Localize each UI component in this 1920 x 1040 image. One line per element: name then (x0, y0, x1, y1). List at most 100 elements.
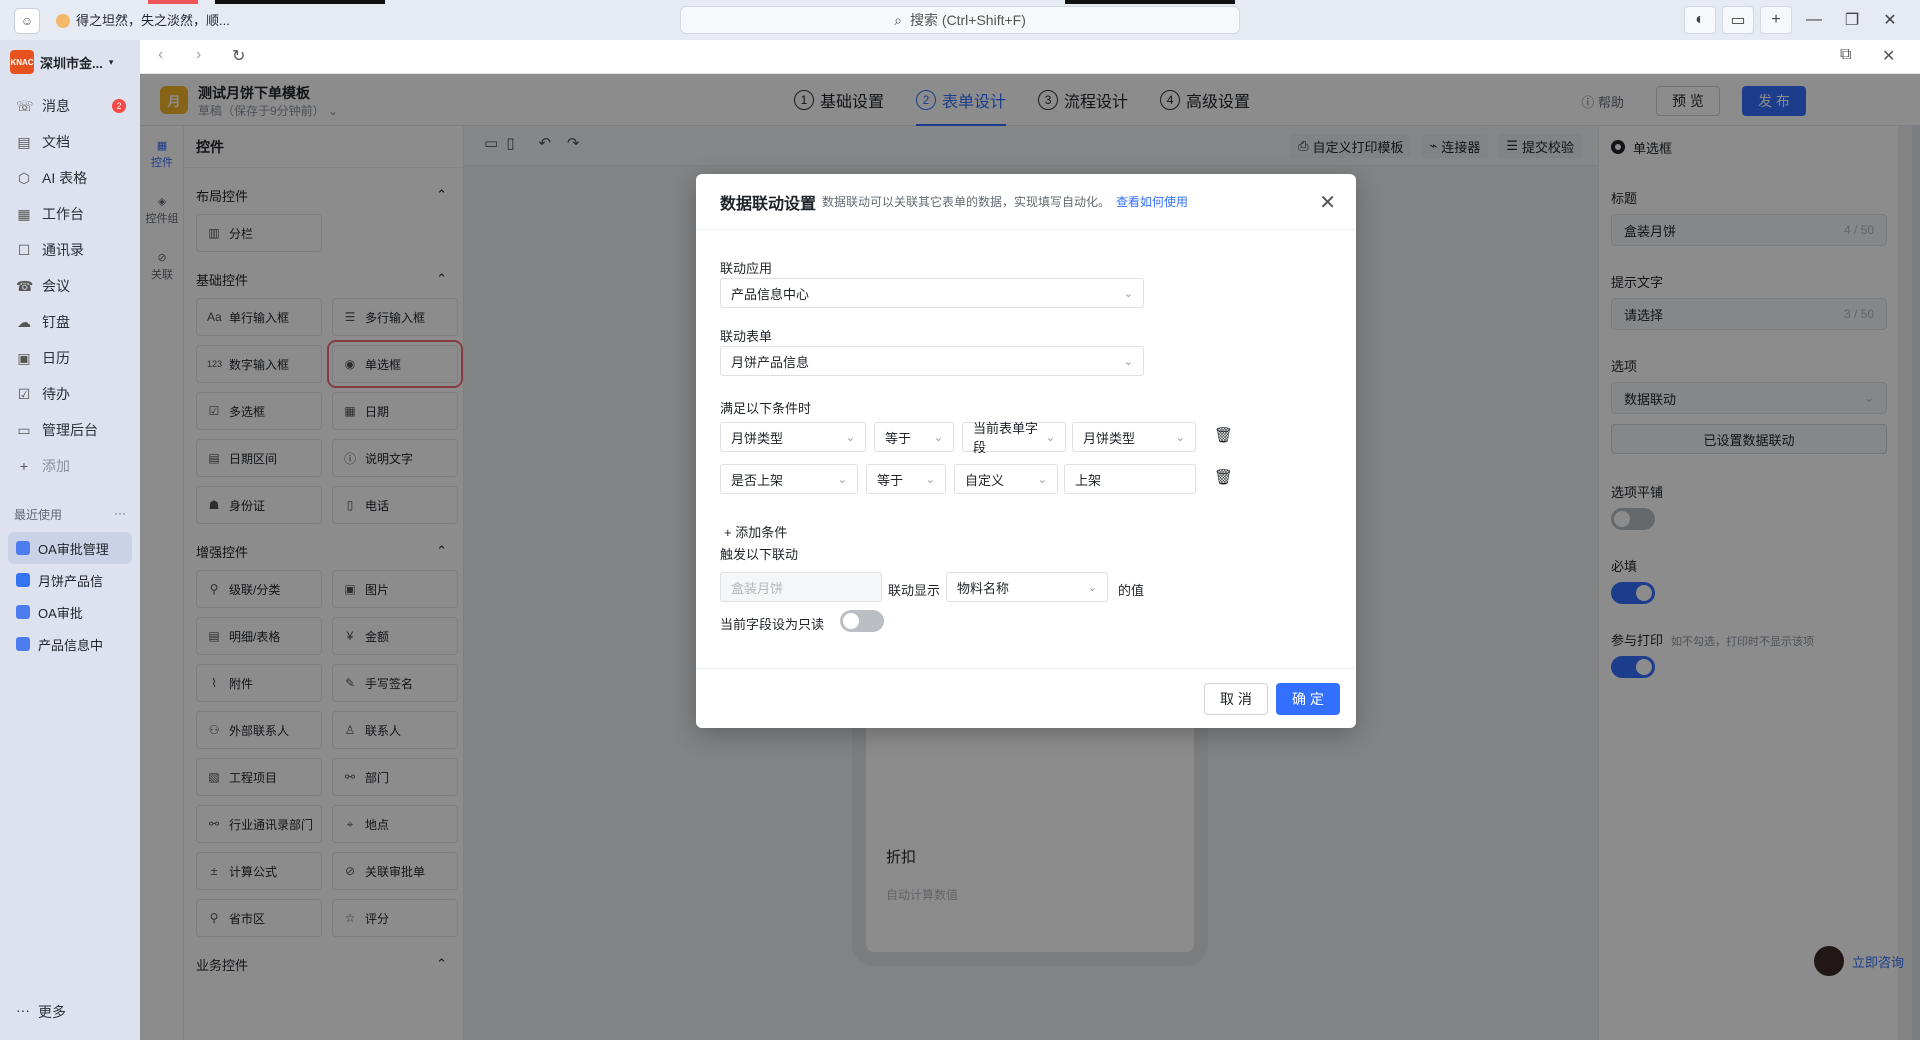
title-bar: ☺ 得之坦然，失之淡然，顺... ⌕ 搜索 (Ctrl+Shift+F) ◐ ▭… (0, 0, 1920, 40)
app-icon (16, 541, 30, 555)
todo-icon: ☑ (17, 385, 31, 402)
doc-icon: ▤ (17, 133, 31, 150)
cond-source-value: 当前表单字段 (973, 421, 1039, 455)
linked-form-value: 月饼产品信息 (731, 354, 810, 370)
new-icon[interactable]: + (1760, 6, 1792, 34)
how-to-link[interactable]: 查看如何使用 (1116, 193, 1188, 210)
sidebar-item-label: 工作台 (42, 206, 84, 222)
chevron-down-icon: ⌄ (837, 473, 847, 486)
more-dots-icon: ··· (16, 1002, 30, 1018)
linked-app-value: 产品信息中心 (731, 286, 810, 302)
chevron-down-icon: ⌄ (1175, 431, 1185, 444)
chevron-down-icon: ⌄ (1123, 355, 1133, 368)
trigger-field-input: 盒装月饼 (720, 572, 882, 602)
caret-down-icon: ▾ (108, 56, 114, 67)
trigger-label: 触发以下联动 (720, 547, 799, 562)
forward-icon[interactable]: › (196, 46, 201, 64)
org-name: 深圳市金... (40, 55, 103, 71)
more-label: 更多 (38, 1004, 66, 1020)
sidebar-item-label: 添加 (42, 458, 70, 474)
recent-item[interactable]: OA审批管理 (8, 532, 132, 564)
sidebar-item-label: 消息 (42, 98, 70, 114)
readonly-toggle[interactable] (840, 610, 884, 632)
recent-title: 最近使用 (14, 508, 63, 522)
unread-badge: 2 (112, 99, 126, 113)
sidebar-item-messages[interactable]: ☏ 消息 2 (0, 88, 140, 124)
chevron-down-icon: ⌄ (1087, 581, 1097, 594)
search-placeholder: 搜索 (Ctrl+Shift+F) (909, 12, 1026, 28)
recent-item[interactable]: OA审批 (8, 596, 132, 628)
cond1-operator-select[interactable]: 等于 ⌄ (874, 422, 954, 452)
recent-item[interactable]: 月饼产品信 (8, 564, 132, 596)
cond1-field-select[interactable]: 月饼类型 ⌄ (720, 422, 866, 452)
open-external-icon[interactable]: ⧉ (1840, 46, 1851, 64)
cond2-value-input[interactable]: 上架 (1064, 464, 1196, 494)
trash-icon[interactable]: 🗑 (1214, 468, 1233, 486)
cond-op-value: 等于 (877, 472, 904, 488)
sidebar-item-label: 管理后台 (42, 422, 98, 438)
window-strip-dark (215, 0, 385, 4)
chevron-down-icon: ⌄ (933, 431, 943, 444)
app-icon (16, 573, 30, 587)
sidebar-item-workbench[interactable]: ▦ 工作台 (0, 196, 140, 232)
global-search[interactable]: ⌕ 搜索 (Ctrl+Shift+F) (680, 6, 1240, 34)
trigger-mid-text: 联动显示 (888, 583, 941, 598)
sidebar-item-drive[interactable]: ☁ 钉盘 (0, 304, 140, 340)
browser-nav-bar: ‹ › ↻ ⧉ ✕ (140, 40, 1920, 74)
sidebar-item-label: 日历 (42, 350, 70, 366)
back-icon[interactable]: ‹ (158, 46, 163, 64)
cond2-source-select[interactable]: 自定义 ⌄ (954, 464, 1058, 494)
screen-icon[interactable]: ▭ (1722, 6, 1754, 34)
cond2-operator-select[interactable]: 等于 ⌄ (866, 464, 946, 494)
add-condition-button[interactable]: + 添加条件 (724, 522, 787, 541)
close-page-icon[interactable]: ✕ (1882, 46, 1895, 66)
recent-item-label: OA审批 (38, 605, 83, 621)
close-icon[interactable]: ✕ (1319, 190, 1336, 215)
cond2-field-select[interactable]: 是否上架 ⌄ (720, 464, 858, 494)
minimize-icon[interactable]: — (1798, 6, 1830, 34)
sidebar-item-docs[interactable]: ▤ 文档 (0, 124, 140, 160)
linked-form-select[interactable]: 月饼产品信息 ⌄ (720, 346, 1144, 376)
recent-list: OA审批管理 月饼产品信 OA审批 产品信息中 (8, 532, 132, 660)
sidebar-item-todo[interactable]: ☑ 待办 (0, 376, 140, 412)
sidebar-item-label: AI 表格 (42, 170, 88, 186)
sidebar-item-label: 文档 (42, 134, 70, 150)
sidebar-item-meeting[interactable]: ☎ 会议 (0, 268, 140, 304)
status-icon (56, 14, 70, 28)
sidebar-item-add[interactable]: + 添加 (0, 448, 140, 484)
reload-icon[interactable]: ↻ (232, 46, 245, 66)
avatar[interactable]: ☺ (14, 8, 40, 34)
sidebar-more[interactable]: ··· 更多 (16, 1002, 66, 1022)
monitor-icon: ▭ (17, 421, 31, 438)
status-text: 得之坦然，失之淡然，顺... (76, 13, 230, 28)
org-switcher[interactable]: KNAC 深圳市金... ▾ (10, 48, 113, 76)
window-controls: ◐ ▭ + — ❐ ✕ (1684, 4, 1906, 36)
user-status[interactable]: 得之坦然，失之淡然，顺... (56, 8, 230, 34)
trigger-target-select[interactable]: 物料名称 ⌄ (946, 572, 1108, 602)
cond1-value-select[interactable]: 月饼类型 ⌄ (1072, 422, 1196, 452)
recent-item[interactable]: 产品信息中 (8, 628, 132, 660)
chevron-down-icon: ⌄ (1037, 473, 1047, 486)
theme-icon[interactable]: ◐ (1684, 6, 1716, 34)
linked-app-select[interactable]: 产品信息中心 ⌄ (720, 278, 1144, 308)
readonly-label: 当前字段设为只读 (720, 617, 825, 632)
more-dots-icon[interactable]: ··· (114, 506, 126, 523)
trash-icon[interactable]: 🗑 (1214, 426, 1233, 444)
sidebar-item-contacts[interactable]: ☐ 通讯录 (0, 232, 140, 268)
sidebar-item-calendar[interactable]: ▣ 日历 (0, 340, 140, 376)
close-window-icon[interactable]: ✕ (1874, 6, 1906, 34)
meeting-icon: ☎ (16, 277, 34, 294)
restore-icon[interactable]: ❐ (1836, 6, 1868, 34)
condition-label: 满足以下条件时 (720, 401, 812, 416)
confirm-button[interactable]: 确 定 (1276, 683, 1340, 715)
sidebar-item-label: 待办 (42, 386, 70, 402)
dialog-description: 数据联动可以关联其它表单的数据，实现填写自动化。 (822, 195, 1111, 209)
cancel-button[interactable]: 取 消 (1204, 683, 1268, 715)
cond1-source-select[interactable]: 当前表单字段 ⌄ (962, 421, 1066, 455)
app-icon (16, 637, 30, 651)
recent-header: 最近使用 ··· (14, 506, 126, 523)
sidebar-item-admin[interactable]: ▭ 管理后台 (0, 412, 140, 448)
contacts-icon: ☐ (17, 241, 31, 258)
sidebar-item-ai-table[interactable]: ⬡ AI 表格 (0, 160, 140, 196)
trigger-suffix-text: 的值 (1118, 583, 1145, 598)
